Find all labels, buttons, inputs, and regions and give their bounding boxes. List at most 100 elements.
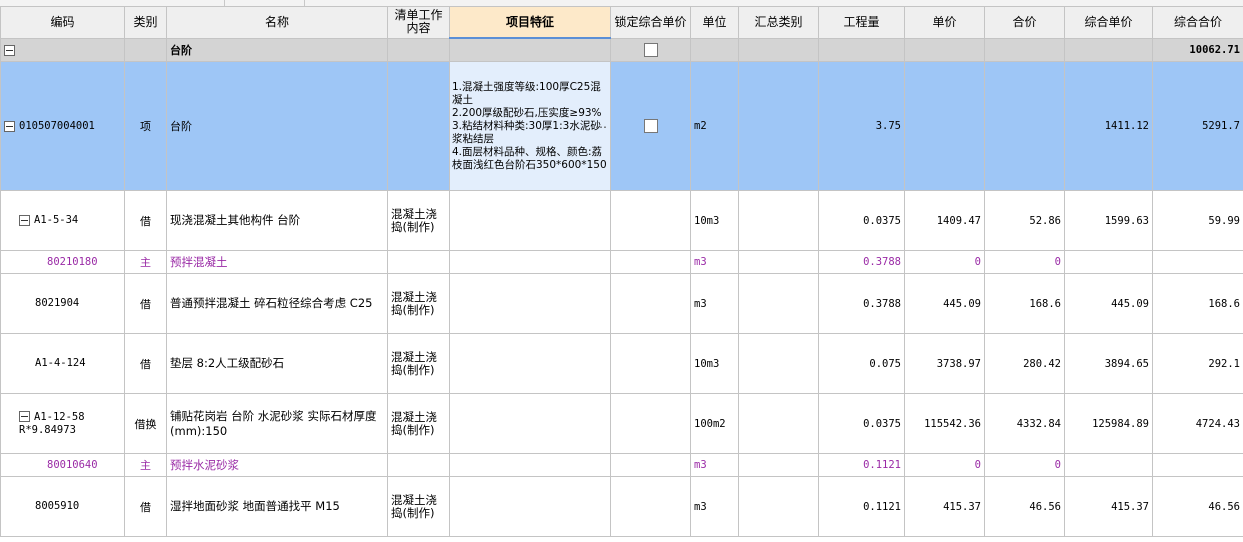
- item-unit: m2: [690, 61, 739, 191]
- col-price[interactable]: 单价: [904, 6, 985, 39]
- row-price: 3738.97: [904, 333, 985, 394]
- row-qty: 0.1121: [818, 453, 905, 477]
- col-code[interactable]: 编码: [0, 6, 125, 39]
- row-type: 借换: [124, 393, 167, 454]
- row-work: [387, 250, 450, 274]
- quota-row[interactable]: A1-5-34 借现浇混凝土其他构件 台阶 混凝土浇捣(制作) 10m3 0.0375 1…: [0, 190, 1243, 251]
- lock-price-checkbox[interactable]: [643, 119, 658, 133]
- collapse-toggle-icon[interactable]: [4, 44, 15, 56]
- row-total: 0: [984, 453, 1065, 477]
- row-unit: m3: [690, 476, 739, 537]
- row-total: 0: [984, 250, 1065, 274]
- group-row[interactable]: 台阶 10062.71: [0, 37, 1243, 62]
- row-work: [387, 453, 450, 477]
- collapse-toggle-icon[interactable]: [4, 120, 15, 132]
- item-feature: 1.混凝土强度等级:100厚C25混凝土 2.200厚级配砂石,压实度≥93% …: [452, 80, 607, 171]
- row-name: 预拌混凝土: [166, 250, 388, 274]
- group-name: 台阶: [166, 37, 388, 62]
- quota-row[interactable]: A1-4-124 借垫层 8:2人工级配砂石 混凝土浇捣(制作) 10m3 0.075 3…: [0, 333, 1243, 394]
- row-name: 湿拌地面砂浆 地面普通找平 M15: [166, 476, 388, 537]
- header-row: 编码 类别 名称 清单工作内容 项目特征 锁定综合单价 单位 汇总类别 工程量 …: [0, 6, 1243, 39]
- row-comp-total: [1152, 453, 1243, 477]
- row-comp-total: 59.99: [1152, 190, 1243, 251]
- row-name: 预拌水泥砂浆: [166, 453, 388, 477]
- row-price: 115542.36: [904, 393, 985, 454]
- quota-row[interactable]: 8021904 借普通预拌混凝土 碎石粒径综合考虑 C25 混凝土浇捣(制作) m3 0…: [0, 273, 1243, 334]
- group-lock-checkbox[interactable]: [643, 42, 658, 57]
- row-comp-price: 3894.65: [1064, 333, 1153, 394]
- row-price: 445.09: [904, 273, 985, 334]
- row-code: 80010640: [47, 458, 98, 471]
- item-name: 台阶: [166, 61, 388, 191]
- row-qty: 0.1121: [818, 476, 905, 537]
- collapse-toggle-icon[interactable]: [19, 214, 30, 226]
- row-unit: 10m3: [690, 333, 739, 394]
- col-name[interactable]: 名称: [166, 6, 388, 39]
- row-type: 主: [124, 250, 167, 274]
- item-code: 010507004001: [19, 120, 95, 132]
- item-comp-total: 5291.7: [1152, 61, 1243, 191]
- row-work: 混凝土浇捣(制作): [387, 393, 450, 454]
- row-unit: m3: [690, 453, 739, 477]
- row-comp-price: [1064, 250, 1153, 274]
- col-lock-price[interactable]: 锁定综合单价: [610, 6, 691, 39]
- col-type[interactable]: 类别: [124, 6, 167, 39]
- row-work: 混凝土浇捣(制作): [387, 476, 450, 537]
- row-comp-total: 46.56: [1152, 476, 1243, 537]
- row-comp-total: 292.1: [1152, 333, 1243, 394]
- row-total: 4332.84: [984, 393, 1065, 454]
- item-qty: 3.75: [818, 61, 905, 191]
- material-row[interactable]: 80010640 主预拌水泥砂浆 m3 0.1121 0 0: [0, 453, 1243, 477]
- group-total: 10062.71: [1152, 37, 1243, 62]
- row-comp-price: 445.09: [1064, 273, 1153, 334]
- row-type: 借: [124, 190, 167, 251]
- row-comp-total: 168.6: [1152, 273, 1243, 334]
- row-name: 垫层 8:2人工级配砂石: [166, 333, 388, 394]
- row-qty: 0.3788: [818, 273, 905, 334]
- col-feature[interactable]: 项目特征: [449, 6, 611, 39]
- col-qty[interactable]: 工程量: [818, 6, 905, 39]
- row-comp-total: [1152, 250, 1243, 274]
- item-type: 项: [124, 61, 167, 191]
- col-comp-total[interactable]: 综合合价: [1152, 6, 1243, 39]
- row-work: 混凝土浇捣(制作): [387, 273, 450, 334]
- row-unit: 10m3: [690, 190, 739, 251]
- row-code: 80210180: [47, 255, 98, 268]
- col-total[interactable]: 合价: [984, 6, 1065, 39]
- material-row[interactable]: 80210180 主预拌混凝土 m3 0.3788 0 0: [0, 250, 1243, 274]
- row-name: 铺贴花岗岩 台阶 水泥砂浆 实际石材厚度(mm):150: [166, 393, 388, 454]
- row-comp-price: 1599.63: [1064, 190, 1153, 251]
- row-unit: 100m2: [690, 393, 739, 454]
- row-code: 8021904: [35, 297, 80, 309]
- col-work[interactable]: 清单工作内容: [387, 6, 450, 39]
- row-price: 415.37: [904, 476, 985, 537]
- quota-row[interactable]: A1-12-58 R*9.84973 借换 铺贴花岗岩 台阶 水泥砂浆 实际石材厚度…: [0, 393, 1243, 454]
- row-unit: m3: [690, 273, 739, 334]
- bill-grid: 编码 类别 名称 清单工作内容 项目特征 锁定综合单价 单位 汇总类别 工程量 …: [0, 6, 1243, 537]
- row-type: 借: [124, 476, 167, 537]
- row-comp-price: [1064, 453, 1153, 477]
- col-summary-type[interactable]: 汇总类别: [738, 6, 819, 39]
- row-type: 借: [124, 333, 167, 394]
- row-code: A1-4-124: [35, 357, 86, 369]
- row-total: 168.6: [984, 273, 1065, 334]
- row-total: 280.42: [984, 333, 1065, 394]
- ellipsis-button[interactable]: …: [595, 118, 607, 131]
- col-comp-price[interactable]: 综合单价: [1064, 6, 1153, 39]
- row-code: A1-5-34: [34, 214, 79, 226]
- row-qty: 0.075: [818, 333, 905, 394]
- row-qty: 0.0375: [818, 190, 905, 251]
- col-unit[interactable]: 单位: [690, 6, 739, 39]
- row-total: 52.86: [984, 190, 1065, 251]
- row-qty: 0.3788: [818, 250, 905, 274]
- row-comp-total: 4724.43: [1152, 393, 1243, 454]
- row-qty: 0.0375: [818, 393, 905, 454]
- row-type: 借: [124, 273, 167, 334]
- collapse-toggle-icon[interactable]: [19, 411, 30, 422]
- item-row[interactable]: 010507004001 项 台阶 1.混凝土强度等级:100厚C25混凝土 2…: [0, 61, 1243, 191]
- row-total: 46.56: [984, 476, 1065, 537]
- quota-row[interactable]: 8005910 借湿拌地面砂浆 地面普通找平 M15 混凝土浇捣(制作) m3 0.11…: [0, 476, 1243, 537]
- row-type: 主: [124, 453, 167, 477]
- row-name: 普通预拌混凝土 碎石粒径综合考虑 C25: [166, 273, 388, 334]
- row-work: 混凝土浇捣(制作): [387, 333, 450, 394]
